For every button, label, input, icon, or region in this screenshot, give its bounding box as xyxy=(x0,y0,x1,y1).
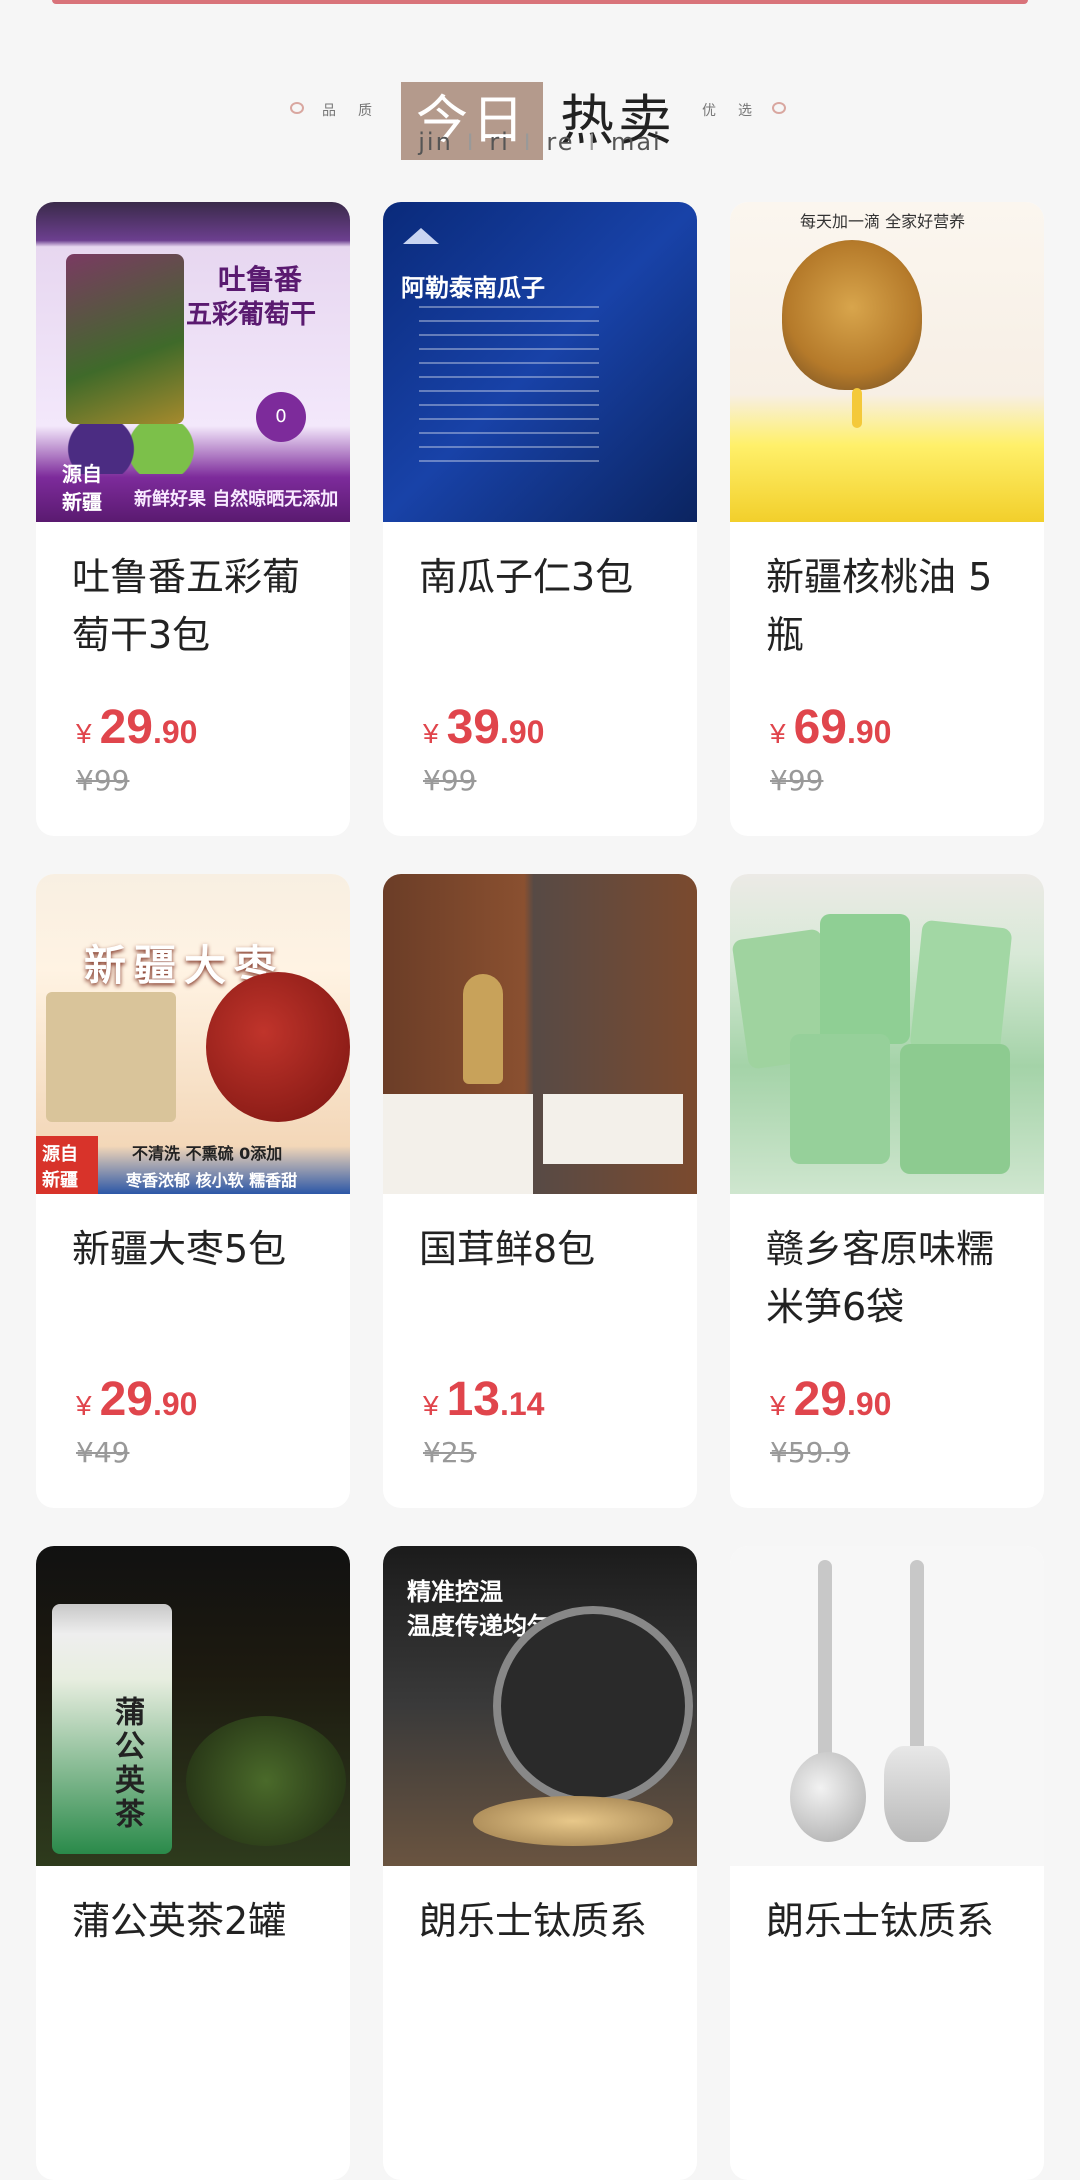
product-original-price: ¥59.9 xyxy=(770,1436,851,1469)
image-caption: 源自 xyxy=(62,462,102,486)
bamboo-bag-icon xyxy=(909,919,1013,1059)
spatula-handle-icon xyxy=(910,1560,924,1760)
spoon-handle-icon xyxy=(818,1560,832,1770)
walnut-spoon-icon xyxy=(782,240,922,390)
product-card[interactable]: 新疆大枣 源自 新疆 不清洗 不熏硫 0添加 枣香浓郁 核小软 糯香甜 新疆大枣… xyxy=(36,874,350,1508)
decor-dot-icon xyxy=(290,102,304,114)
product-price: ¥29.90 xyxy=(76,1373,198,1426)
product-card[interactable]: 朗乐士钛质系 xyxy=(730,1546,1044,2180)
product-price: ¥69.90 xyxy=(770,701,892,754)
product-card[interactable]: 国茸鲜8包 ¥13.14 ¥25 xyxy=(383,874,697,1508)
header-pinyin: jin Iri Ire Imai xyxy=(418,128,662,156)
top-accent-bar xyxy=(52,0,1028,4)
product-image[interactable] xyxy=(730,874,1044,1194)
date-bag-icon xyxy=(46,992,176,1122)
image-caption: 新疆 xyxy=(42,1170,78,1191)
pot-lid-icon xyxy=(493,1606,693,1806)
oil-drop-icon xyxy=(852,388,862,428)
image-caption: 新疆 xyxy=(62,490,102,514)
product-original-price: ¥49 xyxy=(76,1436,130,1469)
product-title[interactable]: 国茸鲜8包 xyxy=(419,1220,669,1278)
product-original-price: ¥99 xyxy=(76,764,130,797)
bamboo-bag-icon xyxy=(790,1034,890,1164)
product-image[interactable] xyxy=(383,874,697,1194)
image-caption: 不清洗 不熏硫 0添加 xyxy=(132,1144,283,1163)
product-image[interactable]: 阿勒泰南瓜子 xyxy=(383,202,697,522)
product-title[interactable]: 朗乐士钛质系 xyxy=(419,1892,669,1950)
ladle-icon xyxy=(790,1752,866,1842)
pinyin-3: re xyxy=(546,128,575,156)
product-image[interactable] xyxy=(730,1546,1044,1866)
product-image[interactable]: 蒲公英茶 xyxy=(36,1546,350,1866)
product-card[interactable]: 赣乡客原味糯米笋6袋 ¥29.90 ¥59.9 xyxy=(730,874,1044,1508)
pinyin-4: mai xyxy=(610,128,662,156)
image-caption: 精准控温 xyxy=(407,1578,503,1606)
product-card[interactable]: 每天加一滴 全家好营养 新疆核桃油 5瓶 ¥69.90 ¥99 xyxy=(730,202,1044,836)
nutrition-table-icon xyxy=(543,1094,683,1164)
product-original-price: ¥25 xyxy=(423,1436,477,1469)
product-price: ¥13.14 xyxy=(423,1373,545,1426)
bamboo-bag-icon xyxy=(820,914,910,1044)
origin-badge: 源自 新疆 xyxy=(36,1136,98,1194)
bamboo-bag-icon xyxy=(900,1044,1010,1174)
image-caption: 蒲公英茶 xyxy=(109,1696,144,1832)
product-title[interactable]: 南瓜子仁3包 xyxy=(419,548,669,606)
image-caption: 源自 xyxy=(42,1144,78,1165)
image-caption: 每天加一滴 全家好营养 xyxy=(800,212,966,231)
image-caption: 新鲜好果 自然晾晒无添加 xyxy=(134,489,339,510)
product-title[interactable]: 新疆大枣5包 xyxy=(72,1220,322,1278)
decor-dot-icon xyxy=(772,102,786,114)
nutrition-label-icon xyxy=(419,306,599,466)
product-image[interactable]: 精准控温 温度传递均匀 xyxy=(383,1546,697,1866)
product-title[interactable]: 新疆核桃油 5瓶 xyxy=(766,548,1016,664)
spatula-icon xyxy=(884,1746,950,1842)
product-image[interactable]: 新疆大枣 源自 新疆 不清洗 不熏硫 0添加 枣香浓郁 核小软 糯香甜 xyxy=(36,874,350,1194)
mushroom-icon xyxy=(463,974,503,1084)
header-side-right: 优选 xyxy=(702,103,774,119)
product-price: ¥29.90 xyxy=(76,701,198,754)
product-title[interactable]: 蒲公英茶2罐 xyxy=(72,1892,322,1950)
grain-pot-icon xyxy=(473,1796,673,1846)
image-caption: 五彩葡萄干 xyxy=(186,300,317,330)
product-price: ¥39.90 xyxy=(423,701,545,754)
product-card[interactable]: 精准控温 温度传递均匀 朗乐士钛质系 xyxy=(383,1546,697,2180)
raisin-bag-icon xyxy=(66,254,184,424)
product-price: ¥29.90 xyxy=(770,1373,892,1426)
mountain-logo-icon xyxy=(403,228,439,244)
product-title[interactable]: 赣乡客原味糯米笋6袋 xyxy=(766,1220,1016,1336)
image-caption: 阿勒泰南瓜子 xyxy=(401,274,545,302)
zero-badge-icon: 0 xyxy=(256,392,306,442)
product-title[interactable]: 朗乐士钛质系 xyxy=(766,1892,1016,1950)
product-card[interactable]: 蒲公英茶 蒲公英茶2罐 xyxy=(36,1546,350,2180)
pinyin-2: ri xyxy=(489,128,510,156)
product-title[interactable]: 吐鲁番五彩葡萄干3包 xyxy=(72,548,322,664)
product-image[interactable]: 吐鲁番 五彩葡萄干 0 源自 新疆 新鲜好果 自然晾晒无添加 xyxy=(36,202,350,522)
product-original-price: ¥99 xyxy=(770,764,824,797)
image-caption: 吐鲁番 xyxy=(218,263,303,296)
tea-leaves-icon xyxy=(186,1716,346,1846)
product-image[interactable]: 每天加一滴 全家好营养 xyxy=(730,202,1044,522)
section-header: 品质 今日 热卖 优选 jin Iri Ire Imai xyxy=(0,30,1080,170)
product-original-price: ¥99 xyxy=(423,764,477,797)
product-card[interactable]: 阿勒泰南瓜子 南瓜子仁3包 ¥39.90 ¥99 xyxy=(383,202,697,836)
header-side-left: 品质 xyxy=(322,103,394,119)
product-card[interactable]: 吐鲁番 五彩葡萄干 0 源自 新疆 新鲜好果 自然晾晒无添加 吐鲁番五彩葡萄干3… xyxy=(36,202,350,836)
pinyin-1: jin xyxy=(418,128,453,156)
red-dates-icon xyxy=(206,972,350,1122)
image-caption: 枣香浓郁 核小软 糯香甜 xyxy=(126,1171,298,1190)
product-label-icon xyxy=(383,1094,533,1194)
